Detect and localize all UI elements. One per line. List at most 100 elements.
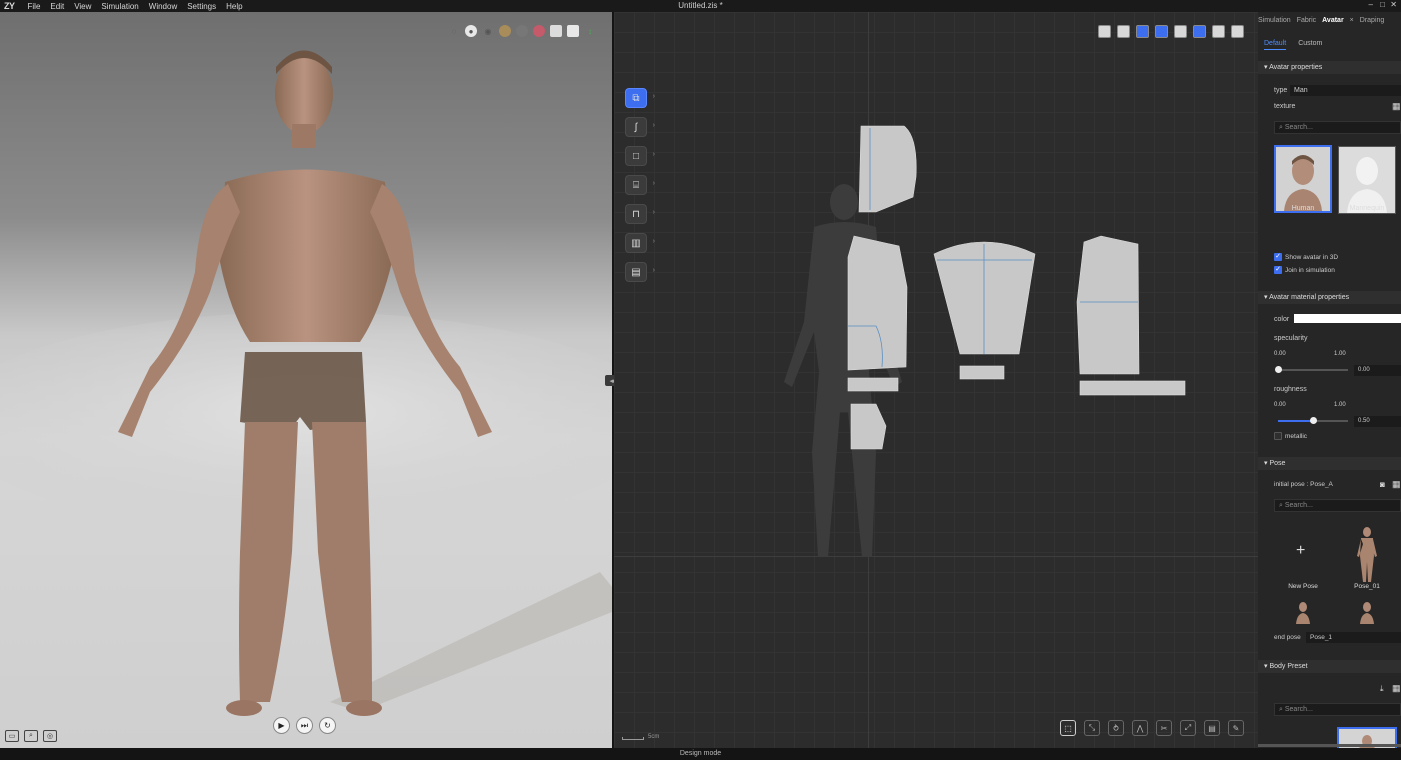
pattern-piece-back — [1076, 235, 1140, 375]
dart-tool-icon[interactable]: ⋀ — [1132, 720, 1148, 736]
edit-pattern-icon[interactable]: ⬚ — [1060, 720, 1076, 736]
body-preset-search-input[interactable]: ⌕ Search... — [1274, 703, 1401, 716]
pattern-piece-front — [847, 235, 908, 371]
close-button[interactable]: ✕ — [1390, 0, 1397, 9]
color-label: color — [1274, 316, 1290, 323]
minimize-button[interactable]: – — [1369, 0, 1373, 9]
status-bar: Design mode — [0, 748, 1401, 760]
spec-min-label: 0.00 — [1274, 351, 1286, 357]
scale-label: 5cm — [648, 734, 660, 740]
menu-file[interactable]: File — [23, 2, 46, 11]
pose-thumbnail-b[interactable] — [1358, 602, 1376, 624]
show-avatar-checkbox[interactable]: ✓ Show avatar in 3D — [1274, 253, 1338, 261]
end-pose-label: end pose — [1274, 634, 1301, 641]
pose-thumbnail-a[interactable] — [1294, 602, 1312, 624]
internal-line-icon[interactable]: ▤ — [1204, 720, 1220, 736]
cut-tool-icon[interactable]: ✂ — [1156, 720, 1172, 736]
texture-search-input[interactable]: ⌕ Search... — [1274, 121, 1401, 134]
tab-fabric[interactable]: Fabric — [1297, 17, 1316, 24]
pattern-piece-sleeve-cuff — [959, 365, 1005, 380]
avatar-properties-header[interactable]: ▾ Avatar properties — [1258, 61, 1401, 74]
2d-pattern-window[interactable]: ⧉ › ∫ › □ › ⌸ › ⊓ › ▥ › ▤ › 5cm ⬚ ⤡ ⥁ ⋀ … — [614, 12, 1258, 748]
app-logo: ZY — [4, 1, 15, 11]
human-option-label: Human — [1291, 205, 1315, 212]
specularity-label: specularity — [1274, 335, 1308, 342]
pattern-piece-waistband — [1079, 380, 1186, 396]
tab-close-icon[interactable]: × — [1350, 17, 1354, 24]
viewport-bottom-tools: ▭ ⌕ ◎ — [5, 730, 57, 742]
add-pose-icon[interactable]: + — [1296, 542, 1305, 560]
avatar-silhouette — [784, 184, 902, 557]
type-label: type — [1274, 87, 1288, 94]
avatar-model — [0, 50, 612, 716]
menu-simulation[interactable]: Simulation — [96, 2, 143, 11]
pattern-piece-sleeve — [933, 241, 1036, 355]
maximize-button[interactable]: □ — [1380, 0, 1385, 9]
join-simulation-checkbox[interactable]: ✓ Join in simulation — [1274, 266, 1335, 274]
panel-scrollbar[interactable] — [1258, 744, 1401, 747]
property-panel: Simulation Fabric Avatar × Draping Defau… — [1258, 12, 1401, 748]
annotation-tool-icon[interactable]: ✎ — [1228, 720, 1244, 736]
tab-draping[interactable]: Draping — [1360, 17, 1385, 24]
grid-view-toggle-icon[interactable]: ▦ — [1392, 683, 1401, 694]
specularity-slider[interactable] — [1278, 369, 1348, 371]
simulation-playbar: ▶ ⏭ ↻ — [273, 717, 336, 734]
specularity-slider-handle[interactable] — [1275, 366, 1282, 373]
menu-settings[interactable]: Settings — [182, 2, 221, 11]
mannequin-option-label: Mannequin — [1349, 205, 1385, 212]
pose-header[interactable]: ▾ Pose — [1258, 457, 1401, 470]
play-icon[interactable]: ▶ — [273, 717, 290, 734]
measure-tool-icon[interactable]: ⤢ — [1180, 720, 1196, 736]
specularity-value-input[interactable]: 0.00 — [1354, 365, 1401, 376]
reset-simulation-icon[interactable]: ↻ — [319, 717, 336, 734]
zoom-fit-icon[interactable]: ⌕ — [24, 730, 38, 742]
initial-pose-label: initial pose : Pose_A — [1274, 481, 1333, 488]
image-icon[interactable]: ▭ — [5, 730, 19, 742]
menu-help[interactable]: Help — [221, 2, 247, 11]
menu-edit[interactable]: Edit — [45, 2, 69, 11]
metallic-checkbox[interactable]: metallic — [1274, 432, 1307, 440]
segment-tool-icon[interactable]: ⤡ — [1084, 720, 1100, 736]
tab-avatar[interactable]: Avatar — [1322, 17, 1344, 24]
menu-bar: ZY File Edit View Simulation Window Sett… — [0, 0, 1401, 12]
scale-bar — [622, 737, 644, 740]
checkmark-icon: ✓ — [1274, 266, 1282, 274]
grid-view-toggle-icon[interactable]: ▦ — [1392, 101, 1401, 112]
avatar-subtabs: Default Custom — [1264, 40, 1322, 50]
camera-icon[interactable]: ◙ — [1380, 480, 1385, 489]
step-forward-icon[interactable]: ⏭ — [296, 717, 313, 734]
roughness-slider-fill — [1278, 420, 1313, 422]
3d-viewport[interactable]: ◌ ● ◉ ↕ ▭ ⌕ ◎ ▶ ⏭ ↻ — [0, 12, 612, 748]
mode-label: Design mode — [679, 750, 722, 757]
material-properties-header[interactable]: ▾ Avatar material properties — [1258, 291, 1401, 304]
pose-search-input[interactable]: ⌕ Search... — [1274, 499, 1401, 512]
menu-view[interactable]: View — [69, 2, 96, 11]
new-pose-label: New Pose — [1288, 583, 1318, 590]
pattern-piece-front-cuff — [847, 377, 899, 392]
tab-simulation[interactable]: Simulation — [1258, 17, 1291, 24]
color-swatch[interactable] — [1294, 314, 1401, 323]
panel-tabs: Simulation Fabric Avatar × Draping — [1258, 17, 1384, 24]
subtab-default[interactable]: Default — [1264, 40, 1287, 50]
type-select[interactable]: Man — [1290, 85, 1401, 96]
avatar-option-mannequin[interactable] — [1338, 146, 1396, 214]
menu-window[interactable]: Window — [144, 2, 182, 11]
texture-label: texture — [1274, 103, 1296, 110]
grid-view-toggle-icon[interactable]: ▦ — [1392, 479, 1401, 490]
avatar-option-human[interactable] — [1274, 145, 1332, 213]
end-pose-select[interactable]: Pose_1 — [1306, 632, 1401, 643]
download-icon[interactable]: ⤓ — [1380, 684, 1384, 694]
checkmark-icon: ✓ — [1274, 253, 1282, 261]
camera-icon[interactable]: ◎ — [43, 730, 57, 742]
roughness-value-input[interactable]: 0.50 — [1354, 416, 1401, 427]
rough-max-label: 1.00 — [1334, 402, 1346, 408]
pattern-bottom-tools: ⬚ ⤡ ⥁ ⋀ ✂ ⤢ ▤ ✎ — [1060, 720, 1244, 736]
subtab-custom[interactable]: Custom — [1298, 40, 1322, 50]
pose-01-thumbnail[interactable] — [1356, 526, 1378, 582]
roughness-slider-handle[interactable] — [1310, 417, 1317, 424]
roughness-label: roughness — [1274, 386, 1307, 393]
body-preset-header[interactable]: ▾ Body Preset — [1258, 660, 1401, 673]
scale-indicator: 5cm — [622, 734, 659, 740]
seam-tool-icon[interactable]: ⥁ — [1108, 720, 1124, 736]
human-thumbnail-icon — [1276, 147, 1330, 211]
